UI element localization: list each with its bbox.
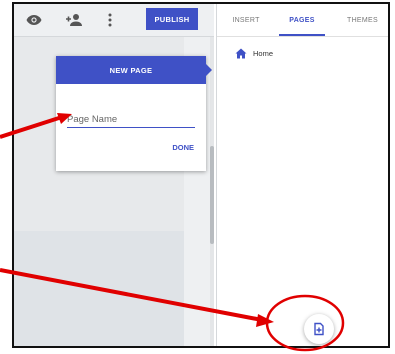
page-item-label: Home [253,49,274,58]
done-button[interactable]: DONE [154,140,194,154]
top-toolbar: PUBLISH [14,4,214,37]
new-page-dialog: NEW PAGE DONE [56,56,212,171]
add-page-button[interactable] [304,314,334,344]
canvas-lower-section [14,231,184,346]
dialog-title: NEW PAGE [56,56,206,84]
home-icon [235,48,247,59]
dialog-pointer [206,64,212,76]
page-name-input[interactable] [67,111,195,128]
tab-themes[interactable]: THEMES [337,4,388,36]
more-vert-icon[interactable] [100,10,120,30]
tab-pages[interactable]: PAGES [279,4,325,36]
add-person-icon[interactable] [64,10,84,30]
app-screenshot: PUBLISH INSERT PAGES THEMES Home NEW PAG… [12,2,390,348]
panel-tabs: INSERT PAGES THEMES [217,4,388,37]
tab-insert[interactable]: INSERT [223,4,269,36]
page-item-home[interactable]: Home [235,48,273,59]
add-page-icon [314,322,324,336]
active-tab-indicator [279,34,325,36]
scrollbar-thumb[interactable] [210,146,214,244]
eye-icon[interactable] [24,10,44,30]
publish-button[interactable]: PUBLISH [146,8,198,30]
side-panel: INSERT PAGES THEMES Home [216,4,388,346]
